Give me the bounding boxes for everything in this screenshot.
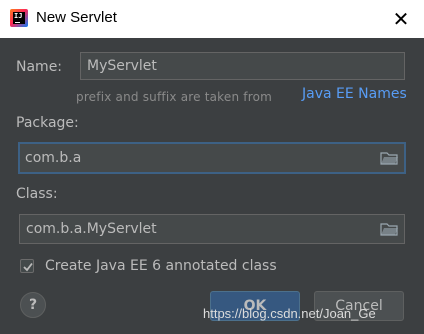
- app-icon-text: IJ: [13, 12, 25, 24]
- folder-icon[interactable]: [380, 222, 398, 236]
- package-input-value: com.b.a: [25, 150, 82, 166]
- package-label: Package:: [16, 115, 79, 131]
- intellij-app-icon: IJ: [10, 9, 28, 27]
- window-title: New Servlet: [36, 9, 117, 26]
- help-icon: ?: [28, 297, 38, 313]
- class-label: Class:: [16, 186, 58, 202]
- name-input[interactable]: MyServlet: [80, 52, 405, 80]
- watermark-text: https://blog.csdn.net/Joan_Ge: [203, 306, 376, 321]
- package-input[interactable]: com.b.a: [18, 142, 406, 174]
- help-button[interactable]: ?: [20, 292, 46, 318]
- class-input-value: com.b.a.MyServlet: [26, 221, 157, 237]
- java-ee-names-link[interactable]: Java EE Names: [302, 86, 407, 102]
- close-icon: ✕: [392, 7, 410, 31]
- annotated-class-label[interactable]: Create Java EE 6 annotated class: [45, 258, 277, 274]
- folder-icon[interactable]: [380, 151, 398, 165]
- annotated-class-checkbox[interactable]: [20, 259, 34, 273]
- close-button[interactable]: ✕: [378, 0, 424, 38]
- title-bar: IJ New Servlet ✕: [0, 0, 424, 38]
- class-input[interactable]: com.b.a.MyServlet: [19, 214, 405, 244]
- checkmark-icon: [23, 262, 33, 272]
- hint-text: prefix and suffix are taken from: [76, 90, 273, 104]
- name-label: Name:: [16, 59, 63, 75]
- name-input-value: MyServlet: [87, 58, 157, 74]
